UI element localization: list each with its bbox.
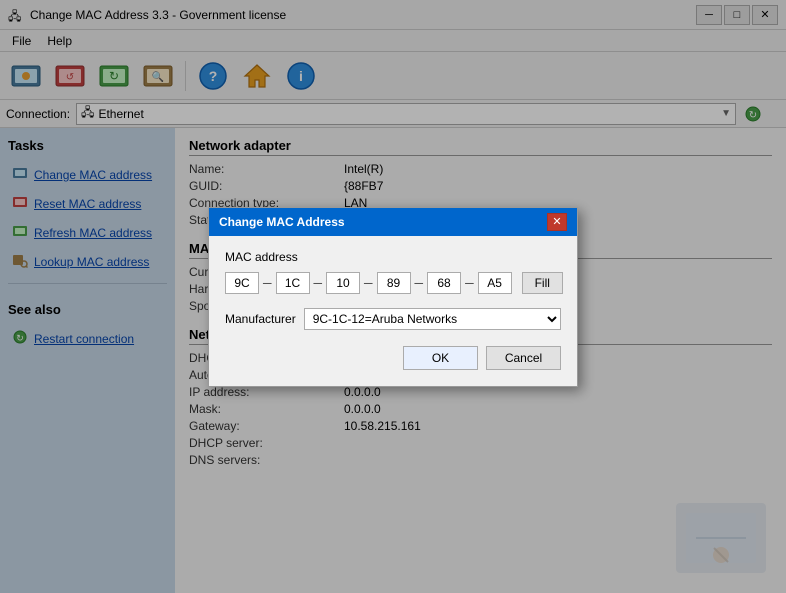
mac-field-4[interactable] (377, 272, 411, 294)
mac-field-2[interactable] (276, 272, 310, 294)
mac-sep-3: ─ (364, 276, 373, 290)
modal-body: MAC address ─ ─ ─ ─ ─ Fill Manufacturer (209, 236, 577, 384)
modal-overlay: Change MAC Address ✕ MAC address ─ ─ ─ ─… (0, 0, 786, 593)
mac-field-6[interactable] (478, 272, 512, 294)
mac-sep-5: ─ (465, 276, 474, 290)
manufacturer-select[interactable]: 9C-1C-12=Aruba Networks Random Custom (304, 308, 561, 330)
fill-button[interactable]: Fill (522, 272, 563, 294)
mac-field-3[interactable] (326, 272, 360, 294)
ok-button[interactable]: OK (403, 346, 478, 370)
mac-sep-1: ─ (263, 276, 272, 290)
modal-title-bar: Change MAC Address ✕ (209, 208, 577, 236)
modal-close-button[interactable]: ✕ (547, 213, 567, 231)
mac-field-1[interactable] (225, 272, 259, 294)
mac-address-label: MAC address (225, 250, 561, 264)
manufacturer-row: Manufacturer 9C-1C-12=Aruba Networks Ran… (225, 308, 561, 330)
mac-field-5[interactable] (427, 272, 461, 294)
change-mac-dialog: Change MAC Address ✕ MAC address ─ ─ ─ ─… (208, 207, 578, 387)
manufacturer-label: Manufacturer (225, 312, 296, 326)
mac-sep-2: ─ (314, 276, 323, 290)
mac-sep-4: ─ (415, 276, 424, 290)
modal-title-text: Change MAC Address (219, 215, 345, 229)
modal-buttons-row: OK Cancel (225, 346, 561, 370)
mac-fields-row: ─ ─ ─ ─ ─ Fill (225, 272, 561, 294)
cancel-button[interactable]: Cancel (486, 346, 561, 370)
